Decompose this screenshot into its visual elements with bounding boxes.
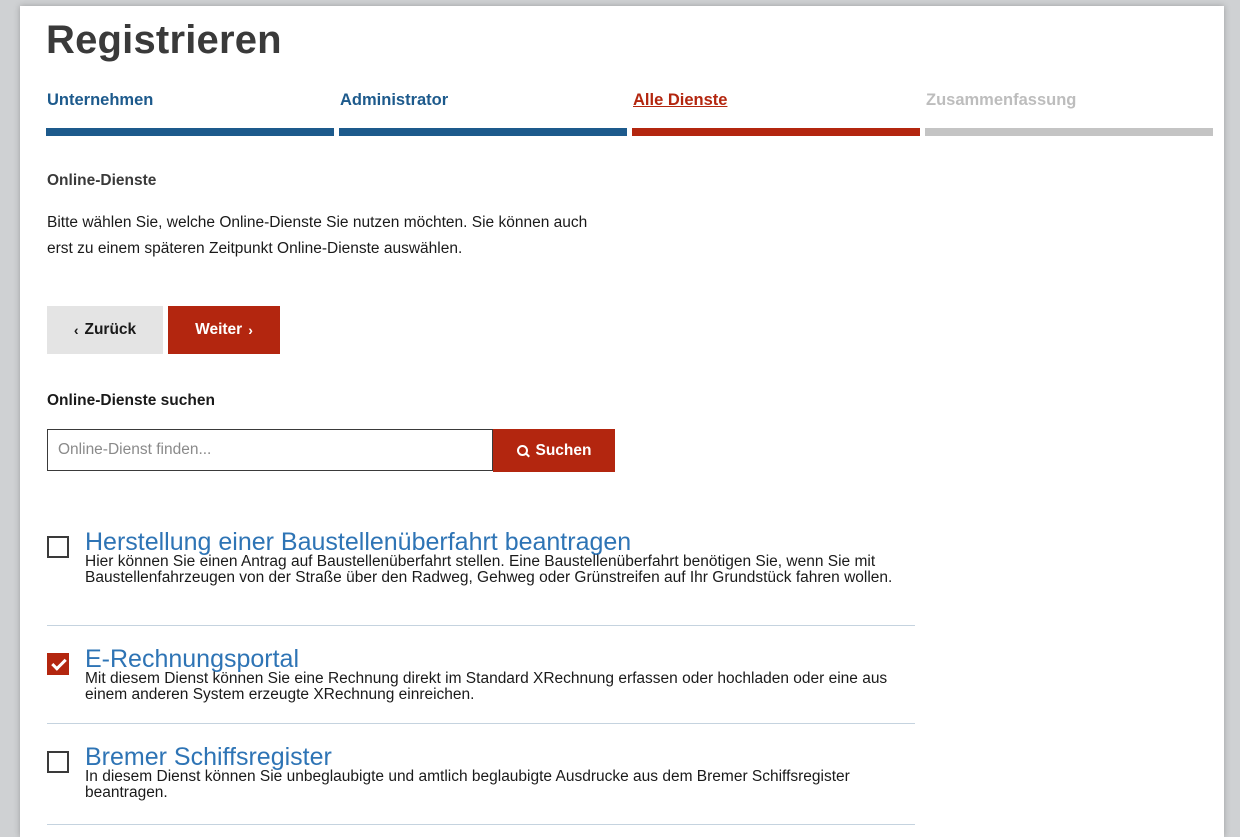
registration-card: Registrieren Unternehmen Administrator A… [20,6,1224,837]
section-heading: Online-Dienste [47,172,157,189]
back-button-label: Zurück [84,321,137,338]
back-button[interactable]: ‹ Zurück [47,306,163,354]
search-icon [516,444,529,457]
service-description: In diesem Dienst können Sie unbeglaubigt… [85,768,850,801]
service-item: E-Rechnungsportal Mit diesem Dienst könn… [47,645,915,724]
step-administrator[interactable]: Administrator [339,88,627,136]
step-unternehmen[interactable]: Unternehmen [46,88,334,136]
step-zusammenfassung: Zusammenfassung [925,88,1213,136]
step-progress-bar [632,128,920,136]
step-label: Unternehmen [47,91,154,109]
step-label: Administrator [340,91,449,109]
step-label: Alle Dienste [633,91,728,109]
step-label: Zusammenfassung [926,91,1077,109]
step-progress-bar [339,128,627,136]
chevron-right-icon: › [248,322,253,338]
service-description: Hier können Sie einen Antrag auf Baustel… [85,553,893,586]
step-alle-dienste[interactable]: Alle Dienste [632,88,920,136]
search-button[interactable]: Suchen [493,429,615,472]
chevron-left-icon: ‹ [73,322,79,338]
search-label: Online-Dienste suchen [47,392,215,409]
next-button-label: Weiter [195,321,243,338]
service-checkbox[interactable] [47,653,69,675]
step-progress-bar [46,128,334,136]
search-input[interactable] [47,429,493,471]
intro-text: Bitte wählen Sie, welche Online-Dienste … [47,214,588,257]
next-button[interactable]: Weiter › [168,306,280,354]
search-button-label: Suchen [535,441,592,459]
step-progress-bar [925,128,1213,136]
service-checkbox[interactable] [47,536,69,558]
page-title: Registrieren [46,18,282,62]
service-description: Mit diesem Dienst können Sie eine Rechnu… [85,670,888,703]
progress-steps: Unternehmen Administrator Alle Dienste Z… [46,88,1213,138]
service-item: Herstellung einer Baustellenüberfahrt be… [47,528,915,626]
service-item: Bremer Schiffsregister In diesem Dienst … [47,743,915,825]
service-checkbox[interactable] [47,751,69,773]
